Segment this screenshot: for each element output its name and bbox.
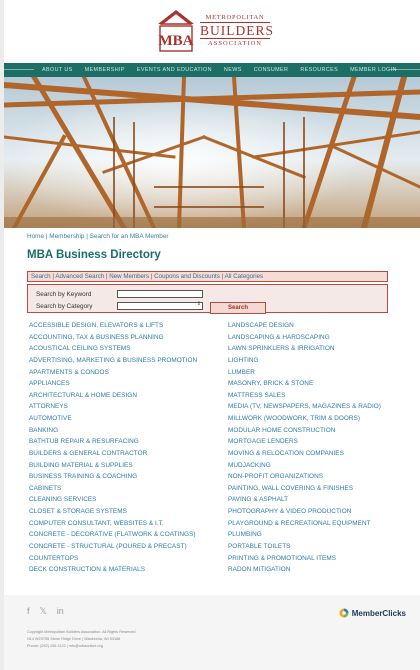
category-link[interactable]: PORTABLE TOILETS (228, 541, 381, 553)
category-link[interactable]: CONCRETE - STRUCTURAL (POURED & PRECAST) (29, 541, 197, 553)
category-link[interactable]: AUTOMOTIVE (29, 413, 197, 425)
breadcrumb-current: Search for an MBA Member (89, 233, 169, 240)
category-link[interactable]: PRINTING & PROMOTIONAL ITEMS (228, 553, 381, 565)
linkbar-search[interactable]: Search (31, 273, 51, 280)
hero-image (4, 77, 420, 228)
category-link[interactable]: DECK CONSTRUCTION & MATERIALS (29, 564, 197, 576)
nav-items: ABOUT US MEMBERSHIP EVENTS AND EDUCATION NE… (42, 63, 397, 77)
breadcrumb-membership[interactable]: Membership (49, 233, 84, 240)
logo-monogram: MBA (159, 33, 194, 49)
linkbar-all-categories[interactable]: All Categories (225, 273, 264, 280)
category-link[interactable]: PLAYGROUND & RECREATIONAL EQUIPMENT (228, 518, 381, 530)
nav-item-about-us[interactable]: ABOUT US (42, 63, 73, 77)
category-link[interactable]: PAINTING, WALL COVERING & FINISHES (228, 483, 381, 495)
page-title: MBA Business Directory (27, 249, 161, 261)
category-link[interactable]: LANDSCAPING & HARDSCAPING (228, 332, 381, 344)
category-select[interactable]: ⇕ (117, 301, 203, 310)
page: MBA METROPOLITAN BUILDERS ASSOCIATION AB… (4, 0, 420, 670)
category-link[interactable]: MILLWORK (WOODWORK, TRIM & DOORS) (228, 413, 381, 425)
category-list-left: ACCESSIBLE DESIGN, ELEVATORS & LIFTS ACCO… (29, 320, 197, 576)
category-link[interactable]: ARCHITECTURAL & HOME DESIGN (29, 390, 197, 402)
category-link[interactable]: MUDJACKING (228, 460, 381, 472)
linkbar-new-members[interactable]: New Members (109, 273, 149, 280)
memberclicks-label: MemberClicks (351, 608, 406, 618)
breadcrumb: Home | Membership | Search for an MBA Me… (27, 233, 169, 240)
keyword-label: Search by Keyword (36, 291, 92, 298)
category-link[interactable]: COMPUTER CONSULTANT, WEBSITES & I.T. (29, 518, 197, 530)
logo-line-metropolitan: METROPOLITAN (205, 14, 265, 21)
category-link[interactable]: COUNTERTOPS (29, 553, 197, 565)
footer-copyright: Copyright Metropolitan Builders Associat… (27, 630, 137, 634)
category-link[interactable]: BUILDERS & GENERAL CONTRACTOR (29, 448, 197, 460)
search-button[interactable]: Search (210, 302, 266, 314)
select-arrows-icon: ⇕ (196, 301, 201, 307)
logo-line-association: ASSOCIATION (208, 40, 262, 47)
social-links: f 𝕏in (27, 606, 64, 617)
category-link[interactable]: BUSINESS TRAINING & COACHING (29, 471, 197, 483)
category-link[interactable]: ACOUSTICAL CEILING SYSTEMS (29, 343, 197, 355)
twitter-icon[interactable]: 𝕏 (40, 606, 47, 617)
nav-item-consumer[interactable]: CONSUMER (254, 63, 289, 77)
category-link[interactable]: MODULAR HOME CONSTRUCTION (228, 425, 381, 437)
category-link[interactable]: APARTMENTS & CONDOS (29, 367, 197, 379)
nav-divider-left (4, 69, 34, 70)
category-link[interactable]: CLEANING SERVICES (29, 494, 197, 506)
nav-item-events-and-education[interactable]: EVENTS AND EDUCATION (137, 63, 212, 77)
category-link[interactable]: CLOSET & STORAGE SYSTEMS (29, 506, 197, 518)
memberclicks-logo-icon (339, 608, 349, 618)
category-link[interactable]: ATTORNEYS (29, 401, 197, 413)
category-link[interactable]: BATHTUB REPAIR & RESURFACING (29, 436, 197, 448)
category-link[interactable]: PHOTOGRAPHY & VIDEO PRODUCTION (228, 506, 381, 518)
keyword-input[interactable] (117, 290, 203, 298)
nav-item-resources[interactable]: RESOURCES (300, 63, 338, 77)
linkbar-advanced-search[interactable]: Advanced Search (55, 273, 104, 280)
memberclicks-badge[interactable]: MemberClicks (339, 608, 406, 618)
footer-contact: Phone: (262) 436-1122 | info@mbaonline.o… (27, 644, 103, 648)
category-link[interactable]: PAVING & ASPHALT (228, 494, 381, 506)
category-link[interactable]: ACCOUNTING, TAX & BUSINESS PLANNING (29, 332, 197, 344)
category-link[interactable]: LUMBER (228, 367, 381, 379)
nav-item-news[interactable]: NEWS (224, 63, 242, 77)
breadcrumb-home[interactable]: Home (27, 233, 44, 240)
linkbar-coupons-and-discounts[interactable]: Coupons and Discounts (154, 273, 220, 280)
directory-linkbar: Search | Advanced Search | New Members |… (27, 271, 388, 282)
category-link[interactable]: APPLIANCES (29, 378, 197, 390)
site-header: MBA METROPOLITAN BUILDERS ASSOCIATION (4, 0, 420, 62)
category-link[interactable]: MASONRY, BRICK & STONE (228, 378, 381, 390)
category-link[interactable]: MOVING & RELOCATION COMPANIES (228, 448, 381, 460)
nav-item-member-login[interactable]: MEMBER LOGIN (350, 63, 397, 77)
category-link[interactable]: ACCESSIBLE DESIGN, ELEVATORS & LIFTS (29, 320, 197, 332)
logo-line-builders: BUILDERS (200, 22, 275, 39)
category-link[interactable]: MORTGAGE LENDERS (228, 436, 381, 448)
category-link[interactable]: LIGHTING (228, 355, 381, 367)
category-link[interactable]: MATTRESS SALES (228, 390, 381, 402)
nav-item-membership[interactable]: MEMBERSHIP (85, 63, 125, 77)
category-link[interactable]: CABINETS (29, 483, 197, 495)
linkedin-icon[interactable]: in (57, 606, 64, 617)
main-nav: ABOUT US MEMBERSHIP EVENTS AND EDUCATION NE… (4, 63, 420, 77)
category-link[interactable]: NON-PROFIT ORGANIZATIONS (228, 471, 381, 483)
site-footer: f 𝕏in MemberClicks Copyright Metropolitan… (4, 595, 420, 670)
category-link[interactable]: CONCRETE - DECORATIVE (FLATWORK & COATIN… (29, 529, 197, 541)
category-link[interactable]: LAWN SPRINKLERS & IRRIGATION (228, 343, 381, 355)
facebook-icon[interactable]: f (27, 606, 30, 617)
logo-wordmark[interactable]: METROPOLITAN BUILDERS ASSOCIATION (200, 14, 275, 48)
category-link[interactable]: ADVERTISING, MARKETING & BUSINESS PROMOT… (29, 355, 197, 367)
category-link[interactable]: RADON MITIGATION (228, 564, 381, 576)
category-list-right: LANDSCAPE DESIGN LANDSCAPING & HARDSCAPIN… (228, 320, 381, 576)
footer-address: N14 W23755 Stone Ridge Drive | Waukesha,… (27, 637, 121, 641)
mba-logo-mark[interactable]: MBA (156, 10, 196, 52)
category-link[interactable]: BANKING (29, 425, 197, 437)
category-label: Search by Category (36, 303, 93, 310)
search-panel: Search by Keyword Search by Category ⇕ S… (27, 284, 388, 314)
category-link[interactable]: LANDSCAPE DESIGN (228, 320, 381, 332)
category-link[interactable]: BUILDING MATERIAL & SUPPLIES (29, 460, 197, 472)
category-link[interactable]: PLUMBING (228, 529, 381, 541)
category-link[interactable]: MEDIA (TV, NEWSPAPERS, MAGAZINES & RADIO… (228, 401, 381, 413)
